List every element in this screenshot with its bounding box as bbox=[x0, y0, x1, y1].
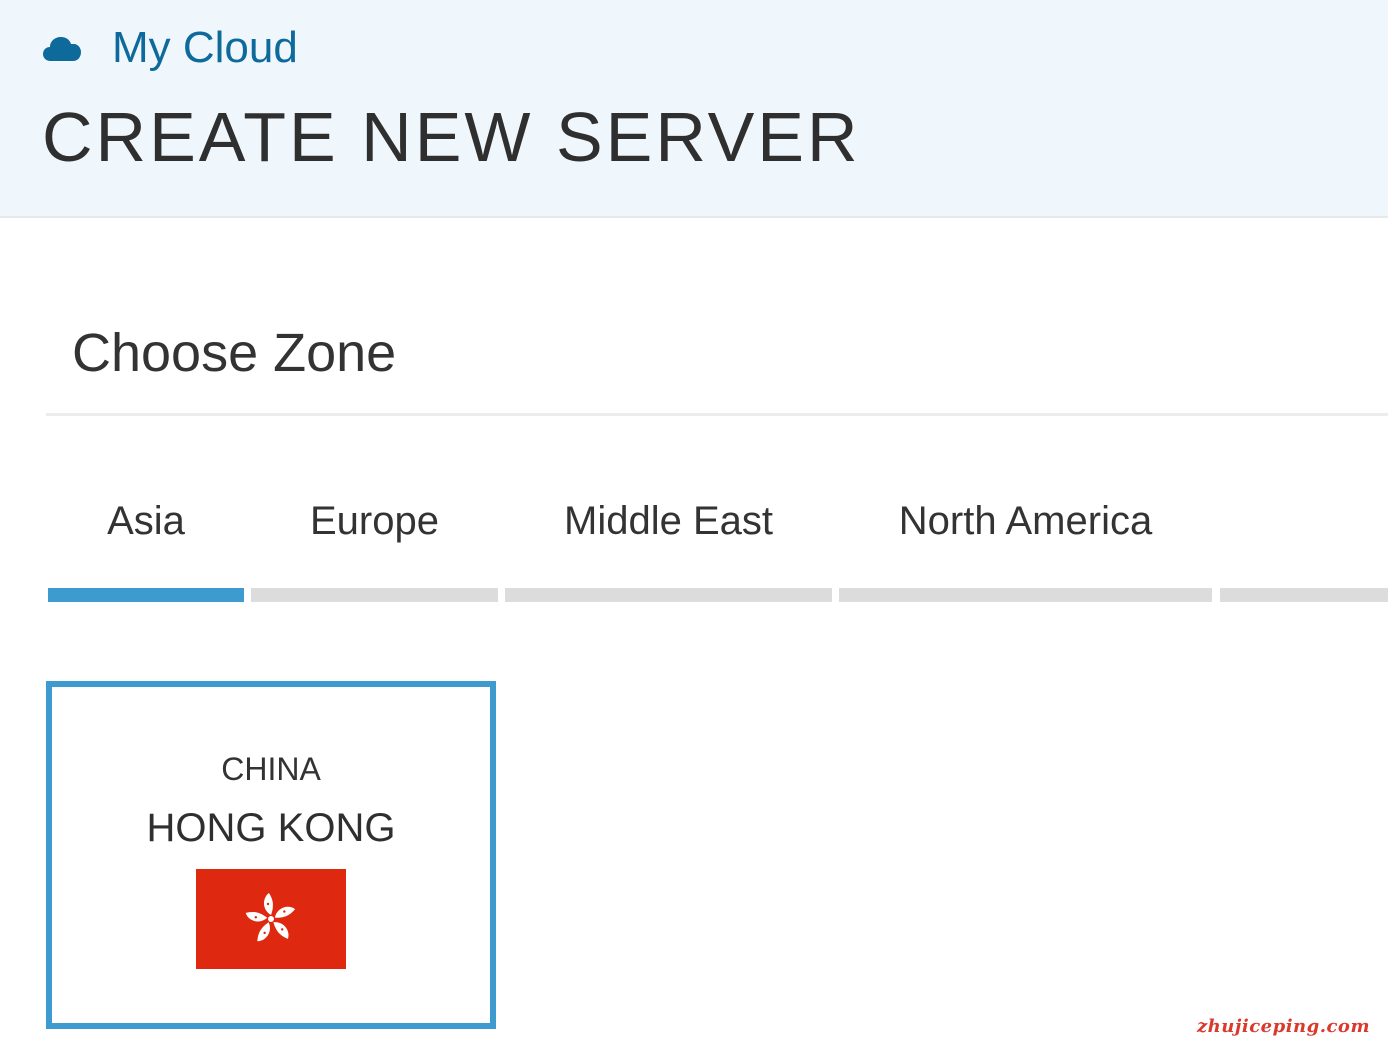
brand-label: My Cloud bbox=[112, 23, 298, 72]
tab-middle-east[interactable]: Middle East bbox=[505, 490, 832, 602]
tab-asia[interactable]: Asia bbox=[48, 490, 244, 602]
tab-indicator bbox=[505, 588, 832, 602]
section-title: Choose Zone bbox=[72, 323, 397, 383]
tab-more[interactable] bbox=[1220, 490, 1388, 602]
watermark: zhujiceping.com bbox=[1196, 1016, 1370, 1037]
tab-label: Asia bbox=[107, 499, 185, 543]
page-title: CREATE NEW SERVER bbox=[42, 98, 861, 176]
zone-country: CHINA bbox=[221, 751, 321, 787]
tab-indicator bbox=[251, 588, 498, 602]
tab-indicator bbox=[839, 588, 1212, 602]
tab-indicator bbox=[1220, 588, 1388, 602]
tab-north-america[interactable]: North America bbox=[839, 490, 1212, 602]
section-divider bbox=[46, 413, 1388, 416]
page-header: My Cloud CREATE NEW SERVER bbox=[0, 0, 1388, 218]
tab-europe[interactable]: Europe bbox=[251, 490, 498, 602]
cloud-icon bbox=[42, 33, 82, 63]
zone-city: HONG KONG bbox=[146, 806, 396, 850]
tab-indicator bbox=[48, 588, 244, 602]
hong-kong-flag-icon bbox=[196, 869, 346, 969]
tab-label: North America bbox=[898, 499, 1153, 543]
brand-link[interactable]: My Cloud bbox=[42, 22, 298, 74]
tab-label: Middle East bbox=[564, 499, 773, 543]
tab-label: Europe bbox=[310, 499, 439, 543]
zone-card-hong-kong[interactable]: CHINA HONG KONG bbox=[46, 681, 496, 1029]
